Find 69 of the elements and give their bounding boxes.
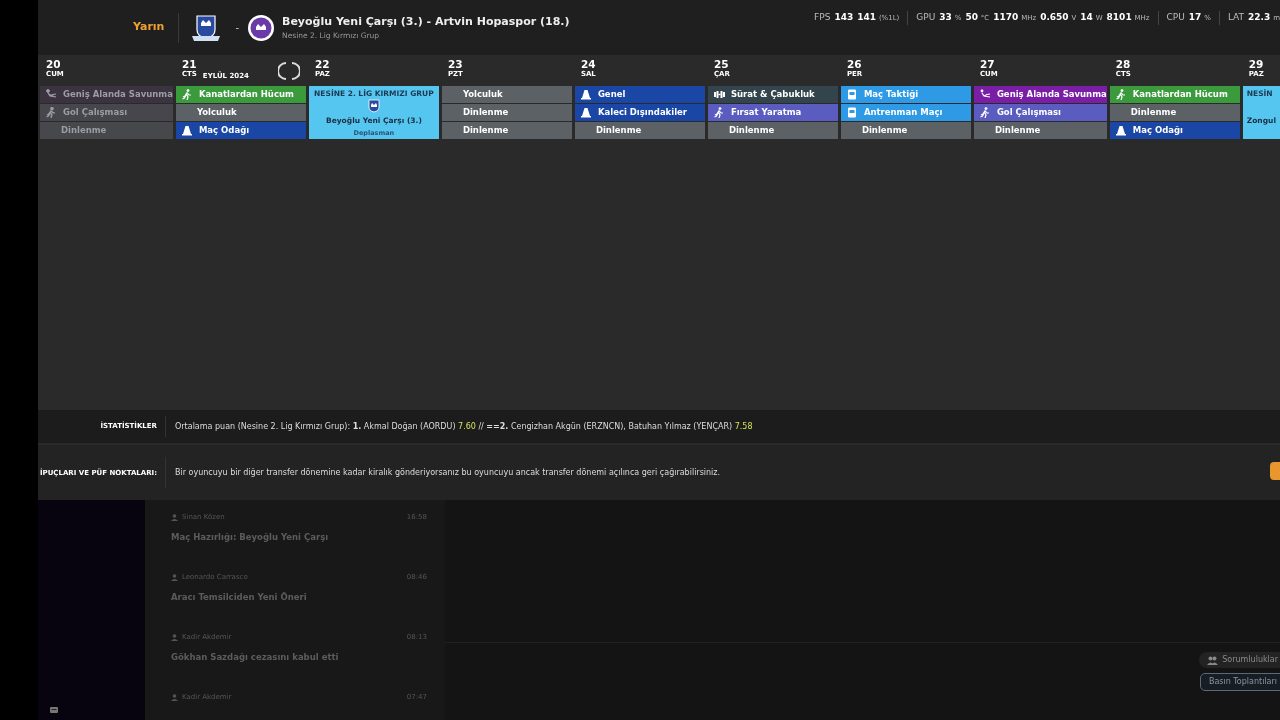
panel-icon [50, 707, 58, 713]
training-session[interactable]: Dinlenme [574, 122, 705, 139]
club-crest-icon [191, 13, 222, 42]
cone-icon [580, 107, 592, 118]
training-session[interactable]: Yolculuk [175, 104, 306, 121]
training-session[interactable]: Sürat & Çabukluk [707, 86, 838, 103]
day-number: 21 [181, 59, 197, 70]
training-session[interactable]: Dinlenme [40, 122, 173, 139]
responsibilities-button[interactable]: Sorumluluklar [1199, 652, 1280, 668]
training-session[interactable]: Dinlenme [707, 122, 838, 139]
dumbbell-icon [713, 89, 725, 100]
tactics-board-icon [846, 89, 858, 100]
training-session[interactable]: Dinlenme [441, 122, 572, 139]
training-session[interactable]: Gol Çalışması [973, 104, 1107, 121]
training-session[interactable]: Genel [574, 86, 705, 103]
day-number: 28 [1115, 59, 1131, 70]
training-session[interactable]: Kanatlardan Hücum [1109, 86, 1240, 103]
person-icon [171, 693, 178, 701]
running-figure-icon [46, 107, 57, 118]
cone-icon [580, 89, 592, 100]
tip-text: Bir oyuncuyu bir diğer transfer dönemine kadar kiralık gönderiyorsanız bu oyuncuyu ancak transfer dönemi açılınca geri çağırabilirsiniz. [174, 466, 721, 479]
day-number: 23 [447, 59, 463, 70]
cone-icon [1115, 125, 1127, 136]
running-figure-icon [181, 89, 193, 100]
running-figure-icon [979, 107, 991, 118]
training-session[interactable]: Maç Odağı [175, 122, 306, 139]
day-number: 24 [580, 59, 596, 70]
perf-label: FPS [814, 11, 831, 24]
match-day-label: Yarın [133, 12, 180, 43]
day-number: 25 [713, 59, 730, 70]
people-icon [1207, 655, 1219, 665]
day-number: 27 [979, 59, 996, 70]
loading-spinner-icon [277, 60, 300, 82]
club-crest-icon [247, 13, 275, 42]
training-session[interactable]: Fırsat Yaratma [707, 104, 838, 121]
training-session[interactable]: Maç Odağı [1109, 122, 1240, 139]
training-session[interactable]: Geniş Alanda Savunma [40, 86, 173, 103]
training-session[interactable]: Dinlenme [441, 104, 572, 121]
training-session[interactable]: Kanatlardan Hücum [175, 86, 306, 103]
training-session[interactable]: Dinlenme [840, 122, 971, 139]
tactics-board-icon [846, 107, 858, 118]
stats-text: Ortalama puan (Nesine 2. Lig Kırmızı Grup): 1. Akmal Doğan (AORDU) 7.60 // ==2. Cengizhan Akgün (ERZNCN), Batuhan Yılmaz (YENÇAR) 7.58 [174, 420, 753, 433]
separator-text: - [235, 21, 239, 35]
running-figure-icon [1115, 89, 1127, 100]
training-session[interactable]: Dinlenme [973, 122, 1107, 139]
training-session[interactable]: Gol Çalışması [40, 104, 173, 121]
running-figure-icon [713, 107, 725, 118]
training-session[interactable]: Geniş Alanda Savunma [973, 86, 1107, 103]
perf-label: LAT [1227, 11, 1245, 24]
press-conference-button[interactable]: Basın Toplantıları [1199, 673, 1280, 691]
perf-value: 143 [834, 11, 854, 24]
training-session[interactable]: Yolculuk [441, 86, 572, 103]
person-icon [171, 513, 178, 521]
person-icon [171, 633, 178, 641]
day-number: 22 [314, 59, 330, 70]
cone-icon [181, 125, 193, 136]
day-number: 20 [46, 59, 62, 70]
perf-label: GPU [916, 11, 936, 24]
sliding-tackle-icon [979, 89, 991, 100]
day-number: 29 [1248, 59, 1264, 70]
club-crest-icon [367, 99, 380, 114]
day-number: 26 [846, 59, 863, 70]
training-session[interactable]: Kaleci Dışındakiler [574, 104, 705, 121]
sliding-tackle-icon [46, 89, 57, 100]
match-title: Beyoğlu Yeni Çarşı (3.) - Artvin Hopaspor (18.) [282, 13, 570, 30]
perf-label: CPU [1166, 11, 1185, 24]
person-icon [171, 573, 178, 581]
training-session[interactable]: Dinlenme [1109, 104, 1240, 121]
side-tab[interactable] [1270, 462, 1280, 480]
